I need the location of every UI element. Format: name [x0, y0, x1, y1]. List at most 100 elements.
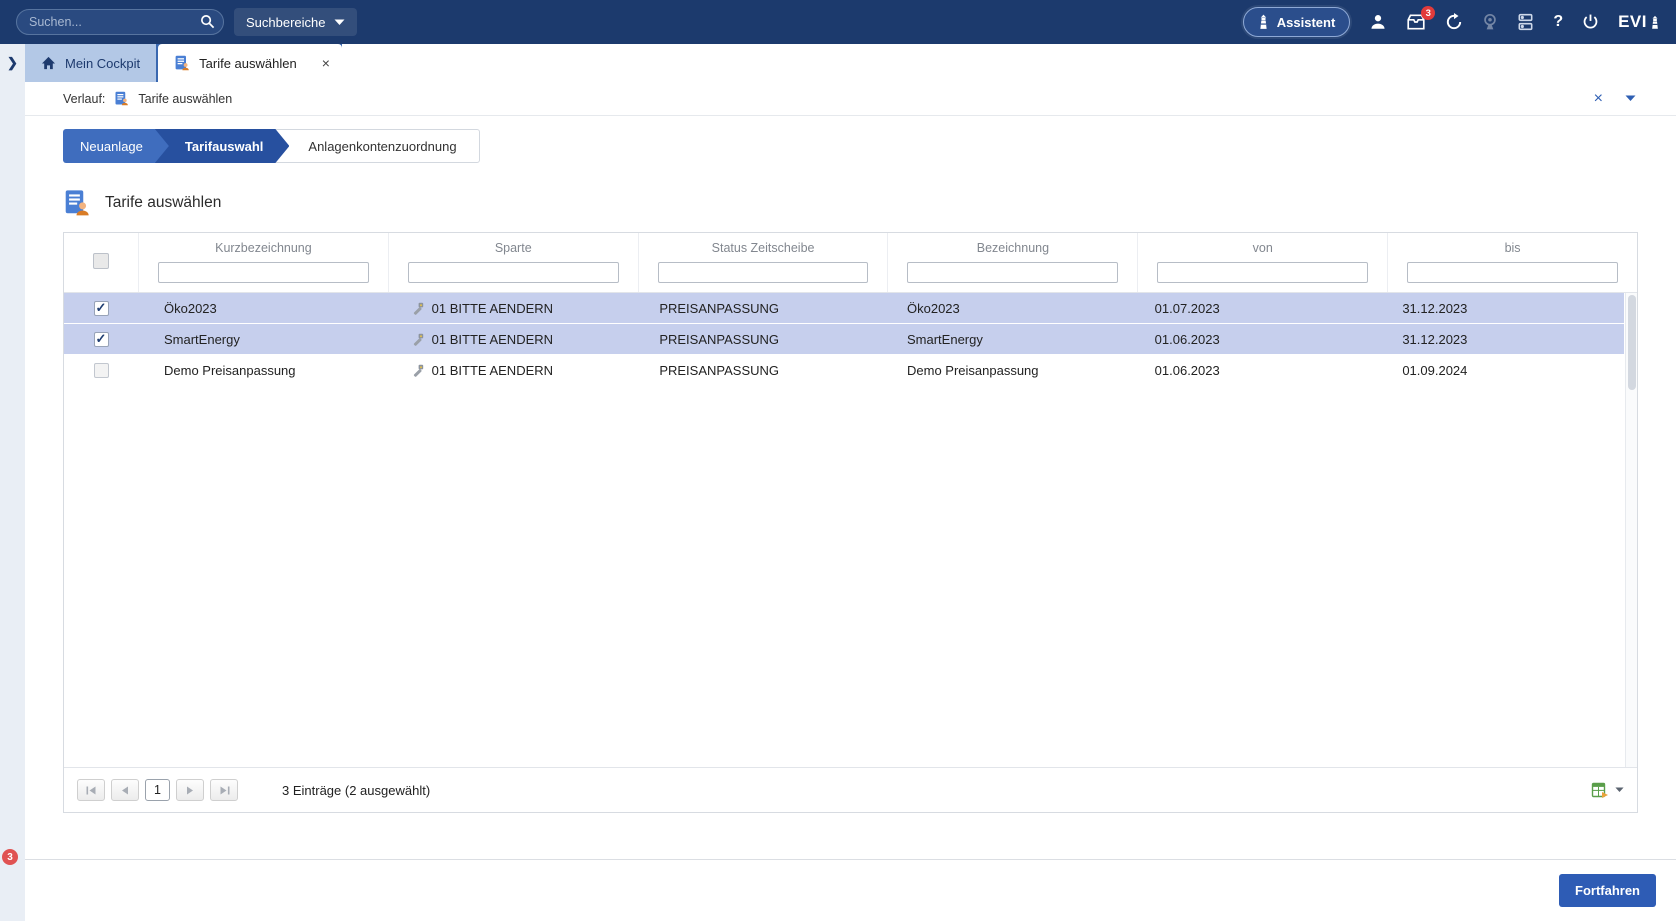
- step-label: Anlagenkontenzuordnung: [308, 139, 456, 154]
- column-label[interactable]: Sparte: [389, 239, 638, 257]
- table-row[interactable]: Öko2023 01 BITTE AENDERN PREISANPASSUNG …: [64, 293, 1624, 324]
- assistant-button[interactable]: Assistent: [1243, 7, 1351, 37]
- webcam-button[interactable]: [1482, 13, 1498, 31]
- header-checkbox-cell: [64, 233, 138, 292]
- redo-button[interactable]: [1445, 13, 1463, 31]
- prev-page-button[interactable]: [111, 779, 139, 801]
- history-controls: ×: [1594, 91, 1636, 107]
- cell-status-zeitscheibe: PREISANPASSUNG: [633, 363, 881, 378]
- filter-bis-input[interactable]: [1407, 262, 1618, 283]
- row-checkbox[interactable]: [94, 363, 109, 378]
- export-dropdown-icon[interactable]: [1615, 787, 1624, 793]
- tariff-document-icon: [174, 55, 190, 71]
- row-checkbox[interactable]: [94, 332, 109, 347]
- filter-sparte-input[interactable]: [408, 262, 619, 283]
- scrollbar-thumb[interactable]: [1628, 295, 1636, 390]
- tab-close-icon[interactable]: ×: [322, 56, 330, 70]
- left-rail: ❯ 3: [0, 44, 25, 921]
- row-checkbox-cell: [64, 363, 138, 378]
- notification-badge[interactable]: 3: [2, 849, 18, 865]
- column-label[interactable]: Status Zeitscheibe: [639, 239, 888, 257]
- table-row[interactable]: SmartEnergy 01 BITTE AENDERN PREISANPASS…: [64, 324, 1624, 355]
- user-icon: [1369, 13, 1387, 31]
- cell-sparte: 01 BITTE AENDERN: [386, 332, 634, 347]
- sparte-icon: [412, 364, 424, 377]
- column-von: von: [1137, 233, 1387, 292]
- expand-sidebar-button[interactable]: ❯: [0, 44, 25, 71]
- server-button[interactable]: [1517, 13, 1534, 31]
- column-status-zeitscheibe: Status Zeitscheibe: [638, 233, 888, 292]
- cell-status-zeitscheibe: PREISANPASSUNG: [633, 301, 881, 316]
- search-scope-button[interactable]: Suchbereiche: [234, 8, 357, 36]
- column-label[interactable]: Bezeichnung: [888, 239, 1137, 257]
- first-page-button[interactable]: [77, 779, 105, 801]
- entries-summary: 3 Einträge (2 ausgewählt): [282, 783, 430, 798]
- tab-tarife-auswaehlen[interactable]: Tarife auswählen ×: [158, 44, 342, 82]
- export-control[interactable]: [1591, 781, 1624, 799]
- select-all-checkbox[interactable]: [93, 253, 109, 269]
- wizard-step-anlagenkontenzuordnung[interactable]: Anlagenkontenzuordnung: [275, 129, 479, 163]
- redo-icon: [1445, 13, 1463, 31]
- cell-bezeichnung: SmartEnergy: [881, 332, 1129, 347]
- step-label: Neuanlage: [80, 139, 143, 154]
- column-label[interactable]: Kurzbezeichnung: [139, 239, 388, 257]
- next-page-icon: [186, 786, 194, 795]
- wizard-step-tarifauswahl[interactable]: Tarifauswahl: [155, 129, 290, 163]
- sparte-icon: [412, 302, 424, 315]
- pagination-bar: 1 3 Einträge (2 ausgewählt): [64, 767, 1637, 812]
- search-icon[interactable]: [200, 14, 215, 29]
- brand-lighthouse-icon: [1650, 14, 1660, 31]
- history-current-item[interactable]: Tarife auswählen: [138, 92, 232, 106]
- power-icon: [1582, 13, 1599, 31]
- filter-von-input[interactable]: [1157, 262, 1368, 283]
- filter-bezeichnung-input[interactable]: [907, 262, 1118, 283]
- cell-von: 01.06.2023: [1129, 332, 1377, 347]
- filter-kurzbezeichnung-input[interactable]: [158, 262, 369, 283]
- inbox-badge: 3: [1421, 6, 1435, 20]
- table-scrollbar[interactable]: [1625, 293, 1637, 767]
- page-title: Tarife auswählen: [105, 194, 221, 212]
- tariff-document-icon-large: [63, 189, 90, 216]
- history-close-icon[interactable]: ×: [1594, 91, 1603, 107]
- tab-mein-cockpit[interactable]: Mein Cockpit: [25, 44, 156, 82]
- tabs-container: Mein Cockpit Tarife auswählen ×: [25, 44, 342, 82]
- help-icon: ?: [1553, 13, 1563, 31]
- sparte-label: 01 BITTE AENDERN: [432, 363, 553, 378]
- cell-bezeichnung: Demo Preisanpassung: [881, 363, 1129, 378]
- column-label[interactable]: bis: [1388, 239, 1637, 257]
- column-label[interactable]: von: [1138, 239, 1387, 257]
- filter-status-zeitscheibe-input[interactable]: [658, 262, 869, 283]
- column-kurzbezeichnung: Kurzbezeichnung: [138, 233, 388, 292]
- prev-page-icon: [121, 786, 129, 795]
- page-title-row: Tarife auswählen: [25, 175, 1676, 220]
- cell-kurzbezeichnung: SmartEnergy: [138, 332, 386, 347]
- logout-button[interactable]: [1582, 13, 1599, 31]
- user-button[interactable]: [1369, 13, 1387, 31]
- row-checkbox-cell: [64, 301, 138, 316]
- search-scope-label: Suchbereiche: [246, 15, 326, 30]
- cell-bis: 31.12.2023: [1376, 301, 1624, 316]
- help-button[interactable]: ?: [1553, 13, 1563, 31]
- wizard-step-neuanlage[interactable]: Neuanlage: [63, 129, 169, 163]
- main-area: ❯ 3 Mein Cockpit: [0, 44, 1676, 921]
- column-bezeichnung: Bezeichnung: [887, 233, 1137, 292]
- tariff-table: Kurzbezeichnung Sparte Status Zeitscheib…: [63, 232, 1638, 813]
- cell-von: 01.07.2023: [1129, 301, 1377, 316]
- current-page-box[interactable]: 1: [145, 779, 170, 801]
- history-dropdown-icon[interactable]: [1625, 95, 1636, 102]
- export-table-icon: [1591, 781, 1609, 799]
- search-input[interactable]: [16, 9, 224, 35]
- next-page-button[interactable]: [176, 779, 204, 801]
- inbox-button[interactable]: 3: [1406, 13, 1426, 31]
- home-icon: [41, 56, 56, 70]
- tariff-document-icon: [114, 91, 129, 106]
- bottom-action-bar: Fortfahren: [25, 859, 1676, 921]
- table-header: Kurzbezeichnung Sparte Status Zeitscheib…: [64, 233, 1637, 293]
- content-column: Mein Cockpit Tarife auswählen ×: [25, 44, 1676, 921]
- last-page-button[interactable]: [210, 779, 238, 801]
- table-row[interactable]: Demo Preisanpassung 01 BITTE AENDERN PRE…: [64, 355, 1624, 386]
- cell-status-zeitscheibe: PREISANPASSUNG: [633, 332, 881, 347]
- continue-button[interactable]: Fortfahren: [1559, 874, 1656, 907]
- application-window: Suchbereiche Assistent: [0, 0, 1676, 921]
- row-checkbox[interactable]: [94, 301, 109, 316]
